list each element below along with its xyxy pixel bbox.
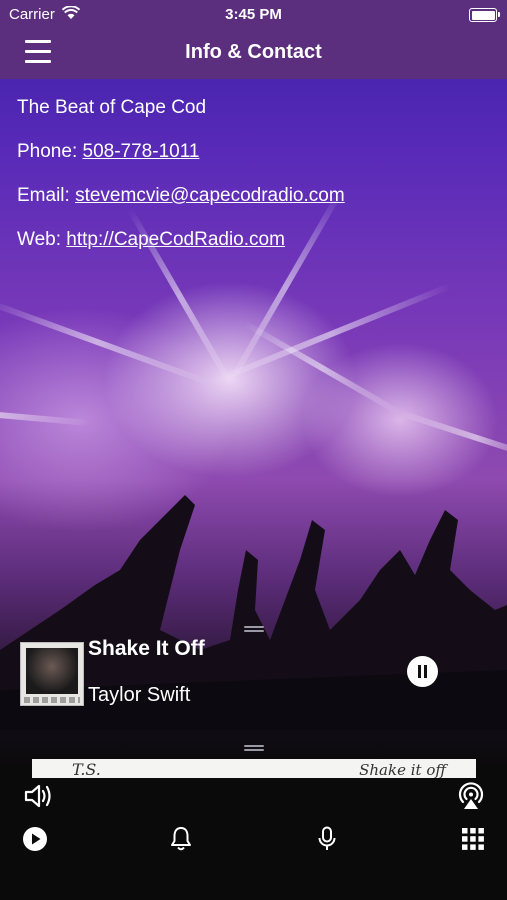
track-artist: Taylor Swift: [88, 684, 191, 706]
album-signature-left: T.S.: [72, 760, 101, 778]
email-link[interactable]: stevemcvie@capecodradio.com: [75, 185, 345, 206]
station-name: The Beat of Cape Cod: [17, 97, 207, 118]
bell-icon[interactable]: [170, 826, 192, 852]
email-label: Email:: [17, 185, 70, 206]
web-link[interactable]: http://CapeCodRadio.com: [66, 229, 285, 250]
play-icon[interactable]: [22, 826, 48, 852]
clock: 3:45 PM: [225, 6, 282, 23]
phone-label: Phone:: [17, 141, 78, 162]
page-title: Info & Contact: [185, 41, 322, 63]
airplay-icon[interactable]: [456, 781, 486, 811]
track-title: Shake It Off: [88, 637, 205, 660]
grid-icon[interactable]: [462, 828, 484, 850]
web-label: Web:: [17, 229, 62, 250]
player-controls: [0, 730, 507, 900]
pause-button[interactable]: [407, 656, 438, 687]
contact-info: The Beat of Cape Cod Phone: 508-778-1011…: [17, 96, 345, 272]
album-signature-right: Shake it off: [359, 761, 446, 778]
album-art[interactable]: [20, 642, 84, 706]
player-drag-handle[interactable]: [244, 626, 264, 633]
microphone-icon[interactable]: [317, 826, 337, 852]
speaker-volume-icon[interactable]: [24, 782, 54, 810]
email-row: Email: stevemcvie@capecodradio.com: [17, 184, 345, 228]
album-art-strip: T.S. Shake it off: [32, 759, 476, 778]
expanded-player-drag-handle[interactable]: [244, 745, 264, 752]
navigation-bar: Info & Contact: [0, 28, 507, 79]
phone-row: Phone: 508-778-1011: [17, 140, 345, 184]
phone-link[interactable]: 508-778-1011: [83, 141, 200, 162]
status-bar: Carrier 3:45 PM: [0, 0, 507, 28]
battery-icon: [469, 8, 500, 22]
web-row: Web: http://CapeCodRadio.com: [17, 228, 345, 272]
